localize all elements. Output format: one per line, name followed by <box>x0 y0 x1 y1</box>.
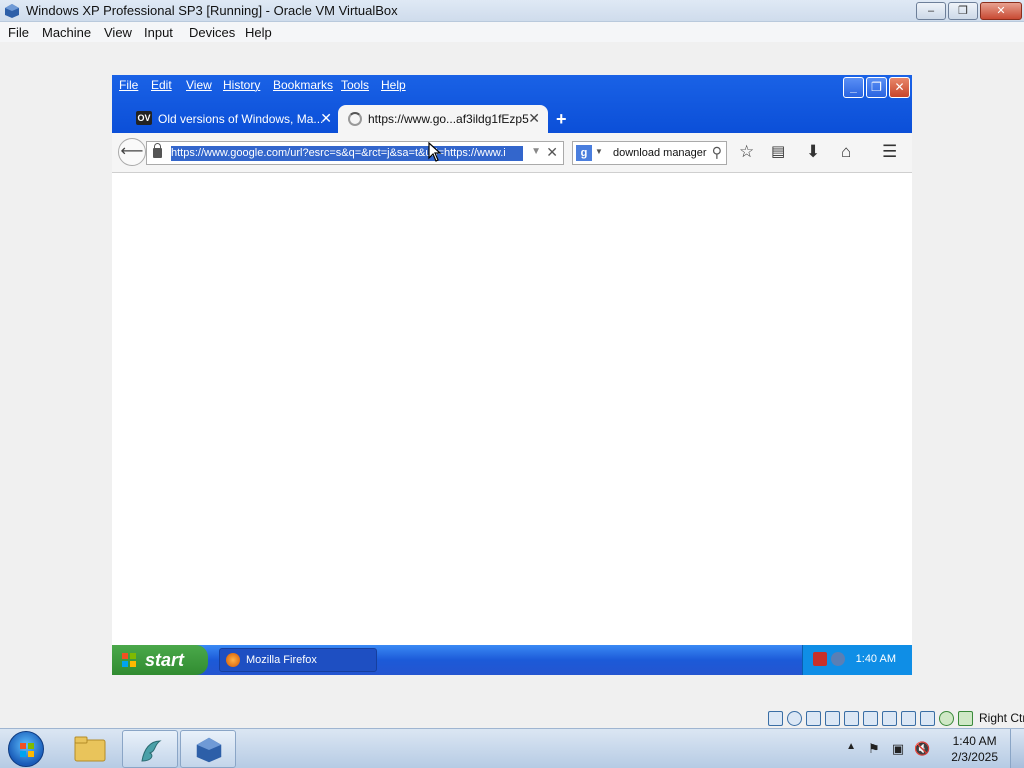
audio-icon[interactable] <box>806 710 821 726</box>
start-label: start <box>145 650 185 670</box>
host-menubar: File Machine View Input Devices Help <box>0 22 1024 42</box>
clock-time: 1:40 AM <box>952 734 997 748</box>
menu-view[interactable]: View <box>104 25 132 40</box>
bookmark-star-icon[interactable]: ☆ <box>739 142 754 162</box>
task-label: Mozilla Firefox <box>246 654 317 666</box>
ff-menu-edit[interactable]: Edit <box>151 78 172 92</box>
windows-flag-icon <box>122 653 136 667</box>
loading-spinner-icon <box>348 112 362 126</box>
optical-drive-icon[interactable] <box>787 710 802 726</box>
ff-menu-history[interactable]: History <box>223 78 260 92</box>
back-button[interactable]: ⟵ <box>118 138 146 166</box>
ff-minimize-button[interactable]: _ <box>843 77 864 98</box>
system-clock[interactable]: 1:40 AM 2/3/2025 <box>951 733 998 765</box>
tab-label: https://www.go...af3ildg1fEzp5 <box>368 112 529 126</box>
new-tab-button[interactable]: + <box>556 109 567 130</box>
tab-old-versions[interactable]: OV Old versions of Windows, Ma... ✕ <box>130 105 336 133</box>
folder-icon <box>74 736 106 762</box>
stop-icon[interactable]: ✕ <box>546 144 558 161</box>
menu-input[interactable]: Input <box>144 25 173 40</box>
search-engine-dropdown-icon[interactable]: ▼ <box>595 147 603 156</box>
close-button[interactable]: ✕ <box>980 2 1022 20</box>
cpu-icon[interactable] <box>920 710 935 726</box>
search-input[interactable]: download manager <box>613 147 707 159</box>
ff-menu-bookmarks[interactable]: Bookmarks <box>273 78 333 92</box>
host-key-label: Right Ctrl <box>979 711 1024 725</box>
xp-start-button[interactable]: start <box>112 645 208 675</box>
menu-file[interactable]: File <box>8 25 29 40</box>
app-taskbar-button[interactable] <box>122 730 178 768</box>
hard-disk-icon[interactable] <box>768 710 783 726</box>
host-window-controls: – ❐ ✕ <box>916 2 1022 20</box>
host-titlebar: Windows XP Professional SP3 [Running] - … <box>0 0 1024 22</box>
tab-label: Old versions of Windows, Ma... <box>158 112 324 126</box>
taskbar-firefox-button[interactable]: Mozilla Firefox <box>219 648 377 672</box>
lock-icon[interactable] <box>153 143 162 158</box>
action-center-flag-icon[interactable]: ⚑ <box>866 741 882 757</box>
system-tray: ▲ ⚑ ▣ 🔇 1:40 AM 2/3/2025 <box>824 729 1024 768</box>
bookmarks-menu-icon[interactable]: ▤ <box>771 142 785 160</box>
dragon-icon <box>141 740 162 762</box>
hamburger-menu-icon[interactable]: ☰ <box>882 142 897 162</box>
virtualbox-icon <box>196 737 222 763</box>
guest-screen[interactable]: File Edit View History Bookmarks Tools H… <box>112 75 912 675</box>
oldversion-favicon: OV <box>136 111 152 125</box>
menu-help[interactable]: Help <box>245 25 272 40</box>
virtualbox-status-bar: Right Ctrl <box>768 710 1024 726</box>
firefox-icon <box>226 653 240 667</box>
network-tray-icon[interactable]: ▣ <box>890 741 906 757</box>
restore-button[interactable]: ❐ <box>948 2 978 20</box>
windows7-taskbar: ▲ ⚑ ▣ 🔇 1:40 AM 2/3/2025 <box>0 728 1024 768</box>
network-icon[interactable] <box>831 652 845 666</box>
url-bar[interactable]: https://www.google.com/url?esrc=s&q=&rct… <box>146 141 564 165</box>
xp-clock[interactable]: 1:40 AM <box>856 653 896 665</box>
ff-restore-button[interactable]: ❐ <box>866 77 887 98</box>
start-orb[interactable] <box>8 731 44 767</box>
search-box[interactable]: g ▼ download manager ⚲ <box>572 141 727 165</box>
search-icon[interactable]: ⚲ <box>712 144 722 161</box>
tab-close-icon[interactable]: ✕ <box>528 110 540 127</box>
ff-menu-help[interactable]: Help <box>381 78 406 92</box>
menu-machine[interactable]: Machine <box>42 25 91 40</box>
virtualbox-icon <box>5 4 19 18</box>
url-text[interactable]: https://www.google.com/url?esrc=s&q=&rct… <box>171 146 523 161</box>
xp-system-tray: 1:40 AM <box>802 645 912 675</box>
xp-taskbar: start Mozilla Firefox 1:40 AM <box>112 645 912 675</box>
firefox-window-controls: _ ❐ ✕ <box>843 77 910 98</box>
ff-menu-view[interactable]: View <box>186 78 212 92</box>
mouse-integration-icon[interactable] <box>939 710 954 726</box>
video-capture-icon[interactable] <box>901 710 916 726</box>
show-hidden-icons-icon[interactable]: ▲ <box>846 741 856 752</box>
network-adapter-icon[interactable] <box>882 710 897 726</box>
virtualbox-taskbar-button[interactable] <box>180 730 236 768</box>
ff-menu-file[interactable]: File <box>119 78 138 92</box>
display-icon[interactable] <box>863 710 878 726</box>
keyboard-capture-icon[interactable] <box>958 710 973 726</box>
ff-menu-tools[interactable]: Tools <box>341 78 369 92</box>
clock-date: 2/3/2025 <box>951 750 998 764</box>
menu-devices[interactable]: Devices <box>189 25 235 40</box>
show-desktop-button[interactable] <box>1010 729 1024 768</box>
usb-icon[interactable] <box>825 710 840 726</box>
home-icon[interactable]: ⌂ <box>841 142 851 162</box>
ff-close-button[interactable]: ✕ <box>889 77 910 98</box>
firefox-titlebar: File Edit View History Bookmarks Tools H… <box>112 75 912 133</box>
tab-close-icon[interactable]: ✕ <box>320 110 332 127</box>
downloads-icon[interactable]: ⬇ <box>806 142 820 162</box>
tab-google-redirect[interactable]: https://www.go...af3ildg1fEzp5 ✕ <box>338 105 548 133</box>
security-shield-icon[interactable] <box>813 652 827 666</box>
windows-logo-icon <box>20 743 34 757</box>
google-search-engine-icon[interactable]: g <box>576 145 592 161</box>
window-title: Windows XP Professional SP3 [Running] - … <box>26 3 398 18</box>
shared-folders-icon[interactable] <box>844 710 859 726</box>
page-content[interactable] <box>112 173 912 645</box>
explorer-taskbar-button[interactable] <box>62 730 118 768</box>
volume-muted-icon[interactable]: 🔇 <box>914 741 930 757</box>
url-dropdown-icon[interactable]: ▼ <box>531 146 541 157</box>
navigation-toolbar: ⟵ https://www.google.com/url?esrc=s&q=&r… <box>112 133 912 173</box>
minimize-button[interactable]: – <box>916 2 946 20</box>
